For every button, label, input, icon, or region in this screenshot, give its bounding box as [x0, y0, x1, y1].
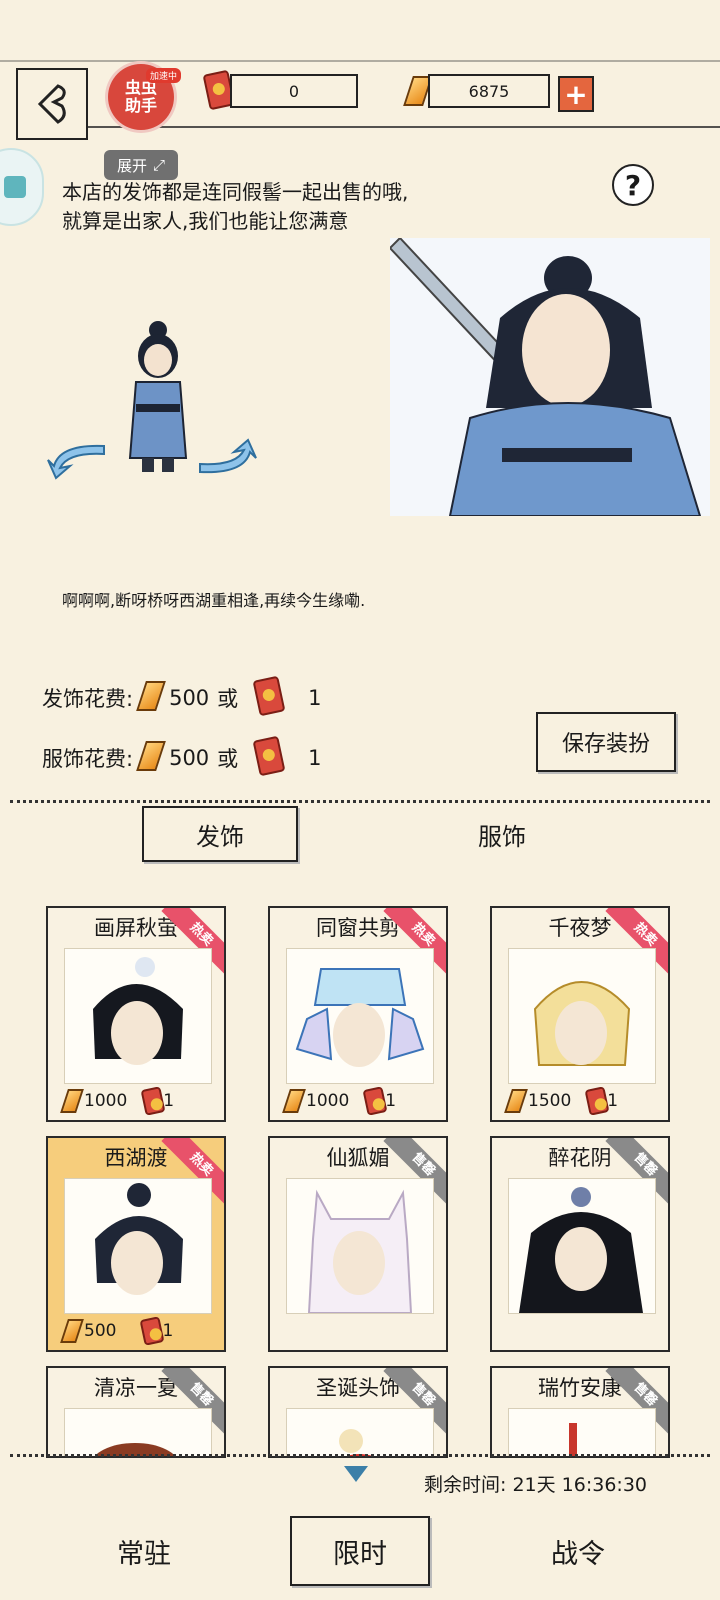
expand-button[interactable]: 展开 ⤢ [104, 150, 178, 180]
shop-intro-text: 本店的发饰都是连同假髻一起出售的哦,就算是出家人,我们也能让您满意 [62, 180, 409, 233]
expand-label: 展开 [116, 156, 147, 175]
time-remaining: 剩余时间: 21天 16:36:30 [424, 1470, 647, 1497]
hair-preview [569, 1423, 577, 1456]
item-gold-price: 500 [84, 1321, 117, 1341]
gold-icon [136, 741, 166, 775]
item-image [508, 1178, 656, 1314]
item-card[interactable]: 画屏秋萤 热卖 1000 1 [46, 906, 226, 1122]
gold-icon [282, 1089, 306, 1113]
item-image [286, 948, 434, 1084]
item-card[interactable]: 仙狐媚 售罄 [268, 1136, 448, 1352]
item-card[interactable]: 千夜梦 热卖 1500 1 [490, 906, 670, 1122]
cloth-cost-row: 服饰花费: 500 或 1 [42, 735, 322, 778]
hair-cost-label: 发饰花费: [42, 687, 134, 711]
ticket-icon [252, 735, 290, 778]
item-image [508, 948, 656, 1084]
save-outfit-button[interactable]: 保存装扮 [536, 712, 676, 772]
item-card[interactable]: 清凉一夏 售罄 [46, 1366, 226, 1458]
item-card-selected[interactable]: 西湖渡 热卖 500 1 [46, 1136, 226, 1352]
hair-preview [95, 1183, 183, 1295]
help-button[interactable]: ? [612, 164, 654, 206]
add-gold-button[interactable]: + [558, 76, 594, 112]
plus-icon: + [564, 77, 588, 111]
character-portrait [390, 238, 710, 516]
question-icon: ? [624, 168, 642, 202]
item-image [508, 1408, 656, 1456]
ticket-icon [252, 675, 290, 718]
item-card[interactable]: 瑞竹安康 售罄 [490, 1366, 670, 1458]
hair-ticket-cost: 1 [308, 686, 322, 710]
item-price: 1000 1 [282, 1086, 396, 1116]
gold-counter: 6875 [428, 74, 550, 108]
back-button[interactable] [16, 68, 88, 140]
hair-preview [295, 968, 425, 1067]
header-divider [80, 126, 720, 128]
expand-icon: ⤢ [153, 156, 166, 174]
hair-preview [533, 981, 631, 1066]
rotate-right-icon[interactable] [194, 438, 258, 478]
tab-clothing[interactable]: 服饰 [424, 806, 580, 862]
cloth-cost-label: 服饰花费: [42, 747, 134, 771]
hair-cost-row: 发饰花费: 500 或 1 [42, 675, 322, 718]
tab-permanent[interactable]: 常驻 [74, 1516, 214, 1586]
divider [10, 1454, 710, 1457]
character-preview[interactable] [120, 318, 196, 478]
tab-limited[interactable]: 限时 [290, 1516, 430, 1586]
assist-badge: 加速中 [146, 68, 182, 83]
item-ticket-price: 1 [162, 1321, 174, 1341]
item-gold-price: 1000 [306, 1091, 350, 1111]
tab-hair[interactable]: 发饰 [142, 806, 298, 862]
hair-preview [93, 957, 183, 1065]
rotate-left-icon[interactable] [46, 440, 110, 480]
item-image [64, 948, 212, 1084]
item-price: 1500 1 [504, 1086, 618, 1116]
side-tab-icon [4, 176, 26, 198]
tab-battle-pass[interactable]: 战令 [508, 1516, 648, 1586]
floating-side-tab[interactable] [0, 148, 44, 226]
assist-label: 虫虫助手 [124, 78, 157, 115]
portrait-illustration [390, 238, 702, 516]
ticket-icon [139, 1316, 165, 1346]
hair-preview [339, 1429, 373, 1456]
cloth-gold-cost: 500 [169, 746, 210, 770]
item-price: 1000 1 [60, 1086, 174, 1116]
item-price: 500 1 [60, 1316, 174, 1346]
cloth-ticket-cost: 1 [308, 746, 322, 770]
hair-preview [307, 1189, 413, 1313]
timer-label: 剩余时间: [424, 1474, 507, 1496]
item-gold-price: 1000 [84, 1091, 128, 1111]
gold-icon [60, 1089, 84, 1113]
item-gold-price: 1500 [528, 1091, 572, 1111]
item-card[interactable]: 圣诞头饰 售罄 [268, 1366, 448, 1458]
gold-icon [136, 681, 166, 715]
gold-icon [504, 1089, 528, 1113]
or-text: 或 [217, 747, 239, 771]
gold-icon [60, 1319, 84, 1343]
timer-value: 21天 16:36:30 [512, 1474, 648, 1496]
ticket-icon [362, 1086, 388, 1116]
divider [10, 800, 710, 803]
ticket-icon [584, 1086, 610, 1116]
or-text: 或 [217, 687, 239, 711]
item-card[interactable]: 同窗共剪 热卖 1000 1 [268, 906, 448, 1122]
back-icon [37, 84, 66, 124]
item-card[interactable]: 醉花阴 售罄 [490, 1136, 670, 1352]
ticket-icon [140, 1086, 166, 1116]
character-quote: 啊啊啊,断呀桥呀西湖重相逢,再续今生缘嘞. [62, 591, 366, 610]
hair-gold-cost: 500 [169, 686, 210, 710]
item-image [64, 1178, 212, 1314]
hair-preview [519, 1187, 643, 1313]
item-image [286, 1178, 434, 1314]
ticket-counter: 0 [230, 74, 358, 108]
item-image [286, 1408, 434, 1456]
item-image [64, 1408, 212, 1456]
hair-preview [94, 1443, 176, 1456]
scroll-down-icon[interactable] [344, 1466, 368, 1482]
top-divider [0, 60, 720, 62]
